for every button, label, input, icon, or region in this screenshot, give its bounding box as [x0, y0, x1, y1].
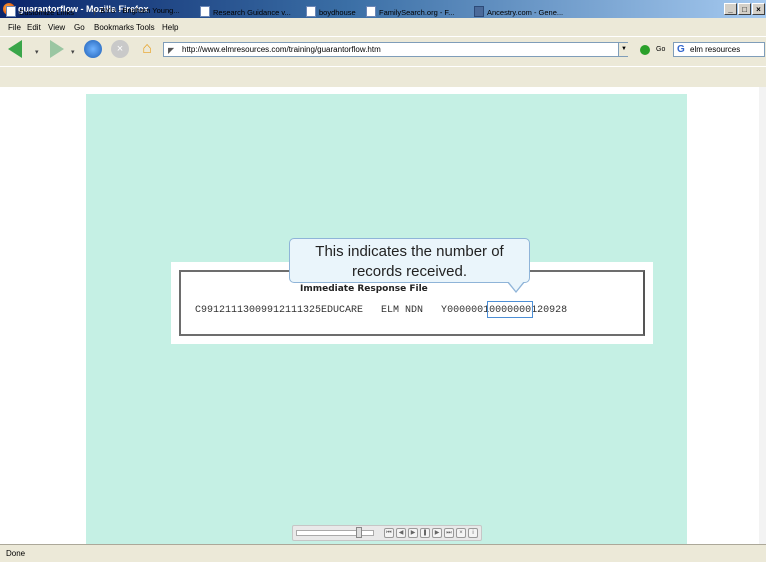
rewind-icon[interactable]: ⏮	[384, 528, 394, 538]
reload-icon[interactable]	[84, 40, 102, 58]
menu-file[interactable]: File	[8, 23, 21, 32]
bookmark-label: FamilySearch.org - F...	[379, 8, 455, 17]
go-icon[interactable]	[640, 45, 650, 55]
bookmark-label: boydhouse	[319, 8, 356, 17]
menu-help[interactable]: Help	[162, 23, 178, 32]
status-text: Done	[6, 549, 26, 558]
record-mid: 5EDUCARE ELM NDN Y	[315, 305, 448, 316]
forward-arrow-icon[interactable]	[50, 40, 64, 58]
menu-bar: File Edit View Go Bookmarks Tools Help	[0, 18, 766, 36]
search-input[interactable]: G elm resources	[673, 42, 765, 57]
page-favicon-icon: ◤	[168, 46, 175, 55]
stop-icon[interactable]: ×	[111, 40, 129, 58]
bookmark-label: Ancestry.com - Gene...	[487, 8, 564, 17]
menu-view[interactable]: View	[48, 23, 65, 32]
pause-icon[interactable]: ❚	[420, 528, 430, 538]
record-count-field: 0000001	[447, 305, 490, 316]
scrollbar[interactable]	[759, 87, 766, 544]
callout-tail-inner	[508, 281, 524, 291]
record-count-highlight	[487, 301, 533, 318]
search-value: elm resources	[690, 45, 741, 54]
close-player-icon[interactable]: ×	[456, 528, 466, 538]
play-icon[interactable]: ▶	[408, 528, 418, 538]
bookmark-label: BYU - Brigham Young...	[100, 6, 180, 15]
menu-edit[interactable]: Edit	[27, 23, 41, 32]
url-input[interactable]: ◤ http://www.elmresources.com/training/g…	[163, 42, 628, 57]
callout-bubble: This indicates the number of records rec…	[289, 238, 530, 283]
forward-step-icon[interactable]: ▶	[432, 528, 442, 538]
url-text: http://www.elmresources.com/training/gua…	[182, 45, 381, 54]
page-icon	[200, 6, 210, 17]
back-dropdown-icon[interactable]: ▾	[35, 48, 39, 56]
page-icon	[306, 6, 316, 17]
back-step-icon[interactable]: ◀	[396, 528, 406, 538]
minimize-button[interactable]: _	[724, 3, 737, 15]
bookmark-byu[interactable]: Y BYU - Brigham Young...	[92, 6, 180, 17]
bookmark-customize-links[interactable]: Customize Links	[6, 6, 74, 17]
go-button[interactable]: Go	[656, 46, 665, 53]
status-bar: Done	[0, 544, 766, 562]
maximize-button[interactable]: □	[738, 3, 751, 15]
menu-tools[interactable]: Tools	[136, 23, 155, 32]
info-icon[interactable]: i	[468, 528, 478, 538]
bookmark-familysearch[interactable]: FamilySearch.org - F...	[366, 6, 454, 17]
end-icon[interactable]: ⏭	[444, 528, 454, 538]
back-arrow-icon[interactable]	[8, 40, 22, 58]
ancestry-icon	[474, 6, 484, 17]
bookmark-label: Customize Links	[19, 8, 75, 17]
google-search-icon: G	[677, 44, 685, 55]
forward-dropdown-icon[interactable]: ▾	[71, 48, 75, 56]
bookmark-research-guidance[interactable]: Research Guidance v...	[200, 6, 291, 17]
close-button[interactable]: ×	[752, 3, 765, 15]
bookmark-ancestry[interactable]: Ancestry.com - Gene...	[474, 6, 563, 17]
panel-title: Immediate Response File	[300, 284, 428, 294]
bookmark-label: Research Guidance v...	[213, 8, 291, 17]
page-icon	[6, 6, 16, 17]
record-prefix: C9912111300991211132	[195, 305, 316, 316]
url-dropdown-icon[interactable]: ▼	[618, 43, 629, 56]
progress-track[interactable]	[296, 530, 374, 536]
menu-go[interactable]: Go	[74, 23, 85, 32]
menu-bookmarks[interactable]: Bookmarks	[94, 23, 134, 32]
home-icon[interactable]: ⌂	[138, 40, 156, 58]
bookmark-boydhouse[interactable]: boydhouse	[306, 6, 356, 17]
bookmarks-toolbar	[0, 66, 766, 88]
page-icon	[366, 6, 376, 17]
progress-thumb[interactable]	[356, 527, 362, 538]
byu-icon: Y	[92, 8, 98, 17]
